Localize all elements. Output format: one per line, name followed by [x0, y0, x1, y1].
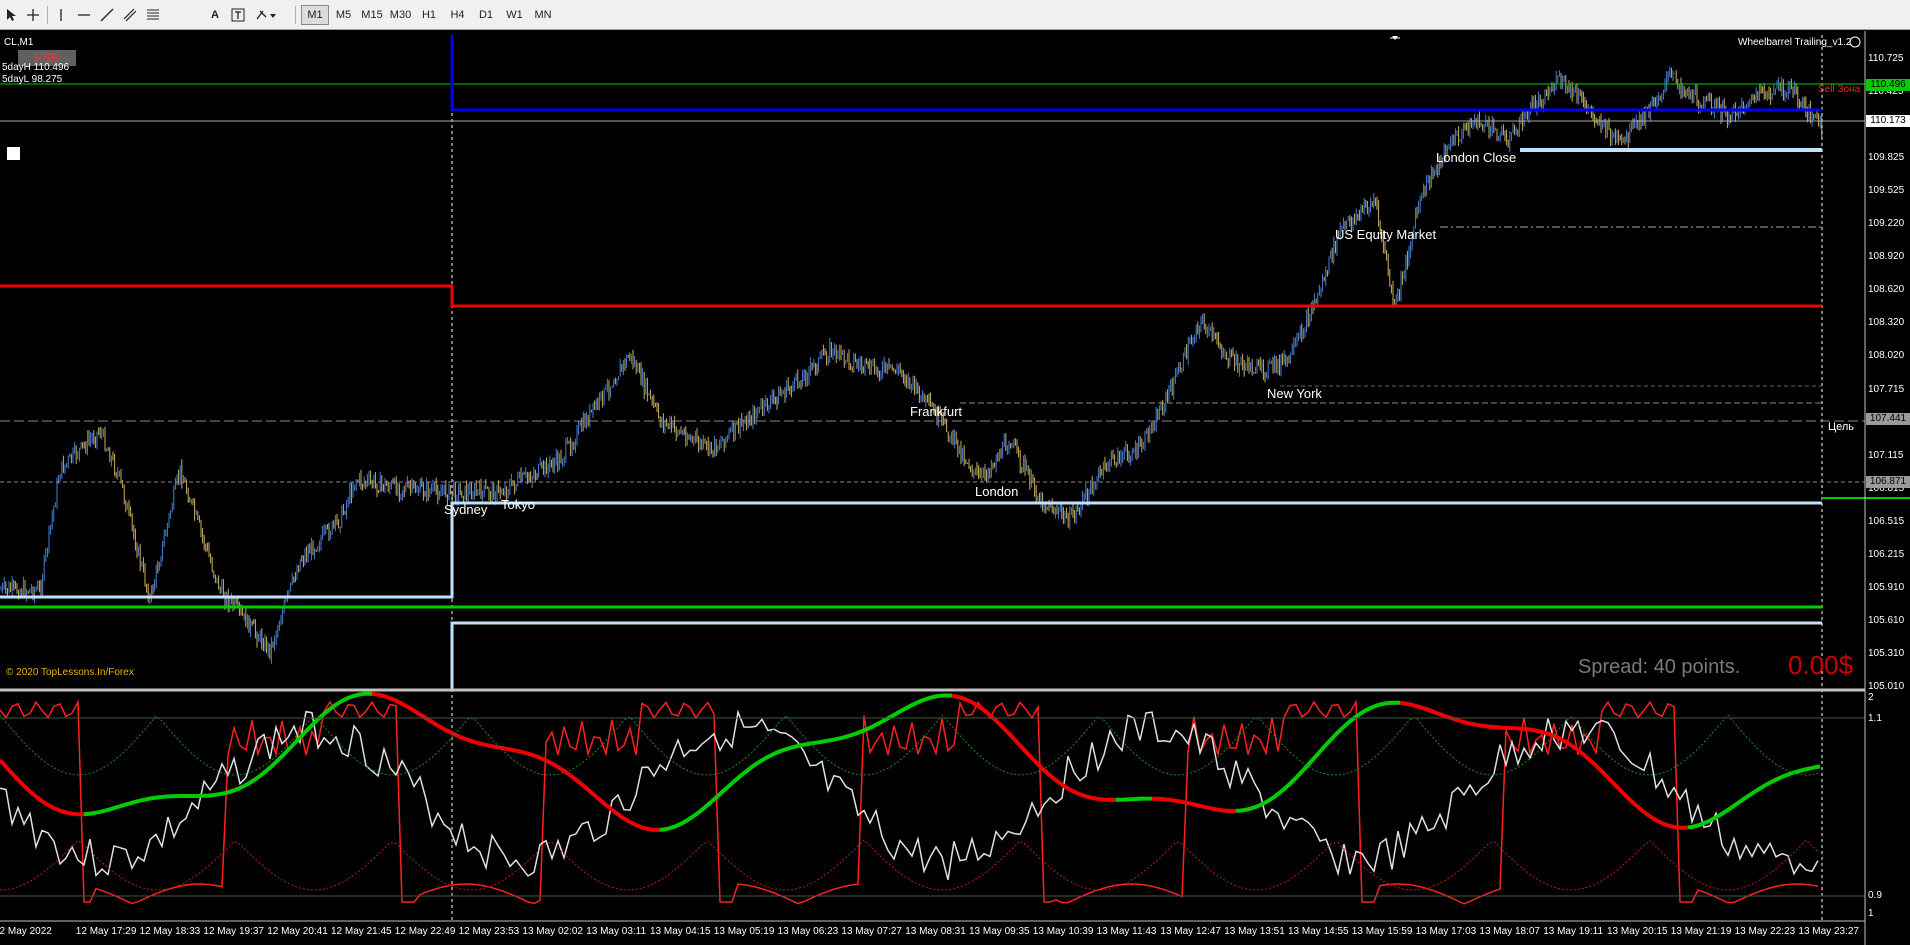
price-tag-current: 110.173	[1866, 115, 1910, 127]
price-tag-open: 106.871	[1866, 476, 1910, 488]
time-tick: 12 May 23:53	[458, 926, 520, 937]
session-us-equity: US Equity Market	[1335, 227, 1437, 242]
spread-label: Spread: 40 points.	[1578, 656, 1741, 678]
time-tick: 13 May 20:15	[1607, 926, 1668, 937]
timeframe-w1[interactable]: W1	[501, 5, 529, 25]
time-tick: 12 May 21:45	[331, 926, 392, 937]
time-tick: 13 May 06:23	[777, 926, 839, 937]
copyright-label: © 2020 TopLessons.In/Forex	[6, 667, 134, 678]
channel-icon[interactable]	[121, 5, 139, 25]
time-tick: 13 May 23:27	[1798, 926, 1859, 937]
symbol-label: CL,M1	[4, 37, 34, 48]
session-london-close: London Close	[1436, 150, 1517, 165]
shapes-menu-icon[interactable]	[252, 5, 280, 25]
indicator-name-label: Wheelbarrel Trailing_v1.2	[1738, 37, 1852, 48]
timeframe-h4[interactable]: H4	[444, 5, 472, 25]
time-tick: 13 May 02:02	[522, 926, 583, 937]
five-day-low-label: 5dayL 98.275	[2, 74, 63, 85]
session-frankfurt: Frankfurt	[910, 404, 963, 419]
five-day-high-label: 5dayH 110.496	[2, 62, 70, 73]
toolbar: A M1 M5 M15 M30 H1 H4 D1 W1 MN	[0, 0, 1910, 30]
indicator-tick: 1	[1868, 908, 1874, 919]
price-tick: 109.220	[1868, 218, 1905, 230]
price-tick: 110.725	[1868, 53, 1904, 64]
time-tick: 13 May 19:11	[1543, 926, 1604, 937]
time-tick: 12 May 20:41	[267, 926, 328, 937]
time-tick: 13 May 14:55	[1288, 926, 1349, 937]
price-tick: 105.610	[1868, 614, 1905, 626]
sell-zone-label: Sell Зона	[1818, 84, 1861, 95]
price-tick: 105.010	[1868, 680, 1905, 692]
time-tick: 13 May 22:23	[1734, 926, 1796, 937]
price-tick: 107.715	[1868, 383, 1905, 395]
time-tick: 13 May 07:27	[841, 926, 902, 937]
time-tick: 12 May 22:49	[394, 926, 456, 937]
time-tick: 13 May 05:19	[713, 926, 775, 937]
price-tick: 107.115	[1868, 449, 1904, 461]
text-icon[interactable]: A	[206, 5, 224, 25]
time-tick: 12 May 2022	[0, 926, 52, 937]
time-tick: 12 May 19:37	[203, 926, 264, 937]
session-new-york: New York	[1267, 386, 1322, 401]
time-tick: 13 May 04:15	[650, 926, 711, 937]
time-tick: 13 May 03:11	[586, 926, 647, 937]
price-tag-target: 107.441	[1866, 413, 1910, 425]
price-tick: 108.320	[1868, 317, 1905, 329]
timeframe-d1[interactable]: D1	[472, 5, 500, 25]
time-tick: 12 May 18:33	[139, 926, 201, 937]
indicator-tick: 2	[1868, 692, 1874, 703]
time-tick: 13 May 13:51	[1224, 926, 1285, 937]
time-tick: 13 May 18:07	[1479, 926, 1540, 937]
price-tick: 109.525	[1868, 185, 1905, 197]
time-tick: 12 May 17:29	[75, 926, 137, 937]
indicator-tick: 1.1	[1868, 713, 1882, 724]
price-tag-high: 110.496	[1866, 79, 1910, 91]
profit-label: 0.00$	[1788, 650, 1854, 680]
timeframe-m15[interactable]: M15	[358, 5, 386, 25]
crosshair-icon[interactable]	[24, 5, 42, 25]
vertical-line-icon[interactable]	[52, 5, 70, 25]
chart-area[interactable]	[0, 30, 1910, 945]
price-tick: 106.215	[1868, 548, 1905, 560]
price-tick: 106.515	[1868, 515, 1905, 527]
time-tick: 13 May 12:47	[1160, 926, 1221, 937]
target-label: Цель	[1828, 421, 1855, 433]
price-tick: 109.825	[1868, 152, 1905, 164]
text-label-icon[interactable]	[229, 5, 247, 25]
timeframe-m1[interactable]: M1	[301, 5, 329, 25]
cursor-icon[interactable]	[3, 5, 19, 25]
session-tokyo: Tokyo	[501, 497, 535, 512]
horizontal-line-icon[interactable]	[75, 5, 93, 25]
chart-background	[0, 31, 1910, 945]
trendline-icon[interactable]	[98, 5, 116, 25]
fibonacci-icon[interactable]	[144, 5, 162, 25]
time-tick: 13 May 17:03	[1415, 926, 1477, 937]
indicator-tick: 0.9	[1868, 890, 1882, 901]
session-london: London	[975, 484, 1019, 499]
price-tick: 108.920	[1868, 251, 1905, 263]
price-tick: 108.620	[1868, 284, 1905, 296]
time-tick: 13 May 15:59	[1351, 926, 1413, 937]
timeframe-h1[interactable]: H1	[415, 5, 443, 25]
signal-line-segment	[1115, 796, 1152, 802]
price-tick: 108.020	[1868, 350, 1905, 362]
white-square-marker[interactable]	[7, 147, 20, 160]
session-sydney: Sydney	[444, 502, 488, 517]
time-tick: 13 May 10:39	[1032, 926, 1094, 937]
price-tick: 105.310	[1868, 647, 1905, 659]
time-tick: 13 May 11:43	[1096, 926, 1157, 937]
price-tick: 105.910	[1868, 581, 1905, 593]
time-tick: 13 May 09:35	[969, 926, 1030, 937]
timeframe-m5[interactable]: M5	[330, 5, 358, 25]
time-tick: 13 May 21:19	[1670, 926, 1732, 937]
time-tick: 13 May 08:31	[905, 926, 966, 937]
timeframe-mn[interactable]: MN	[529, 5, 557, 25]
timeframe-m30[interactable]: M30	[387, 5, 415, 25]
